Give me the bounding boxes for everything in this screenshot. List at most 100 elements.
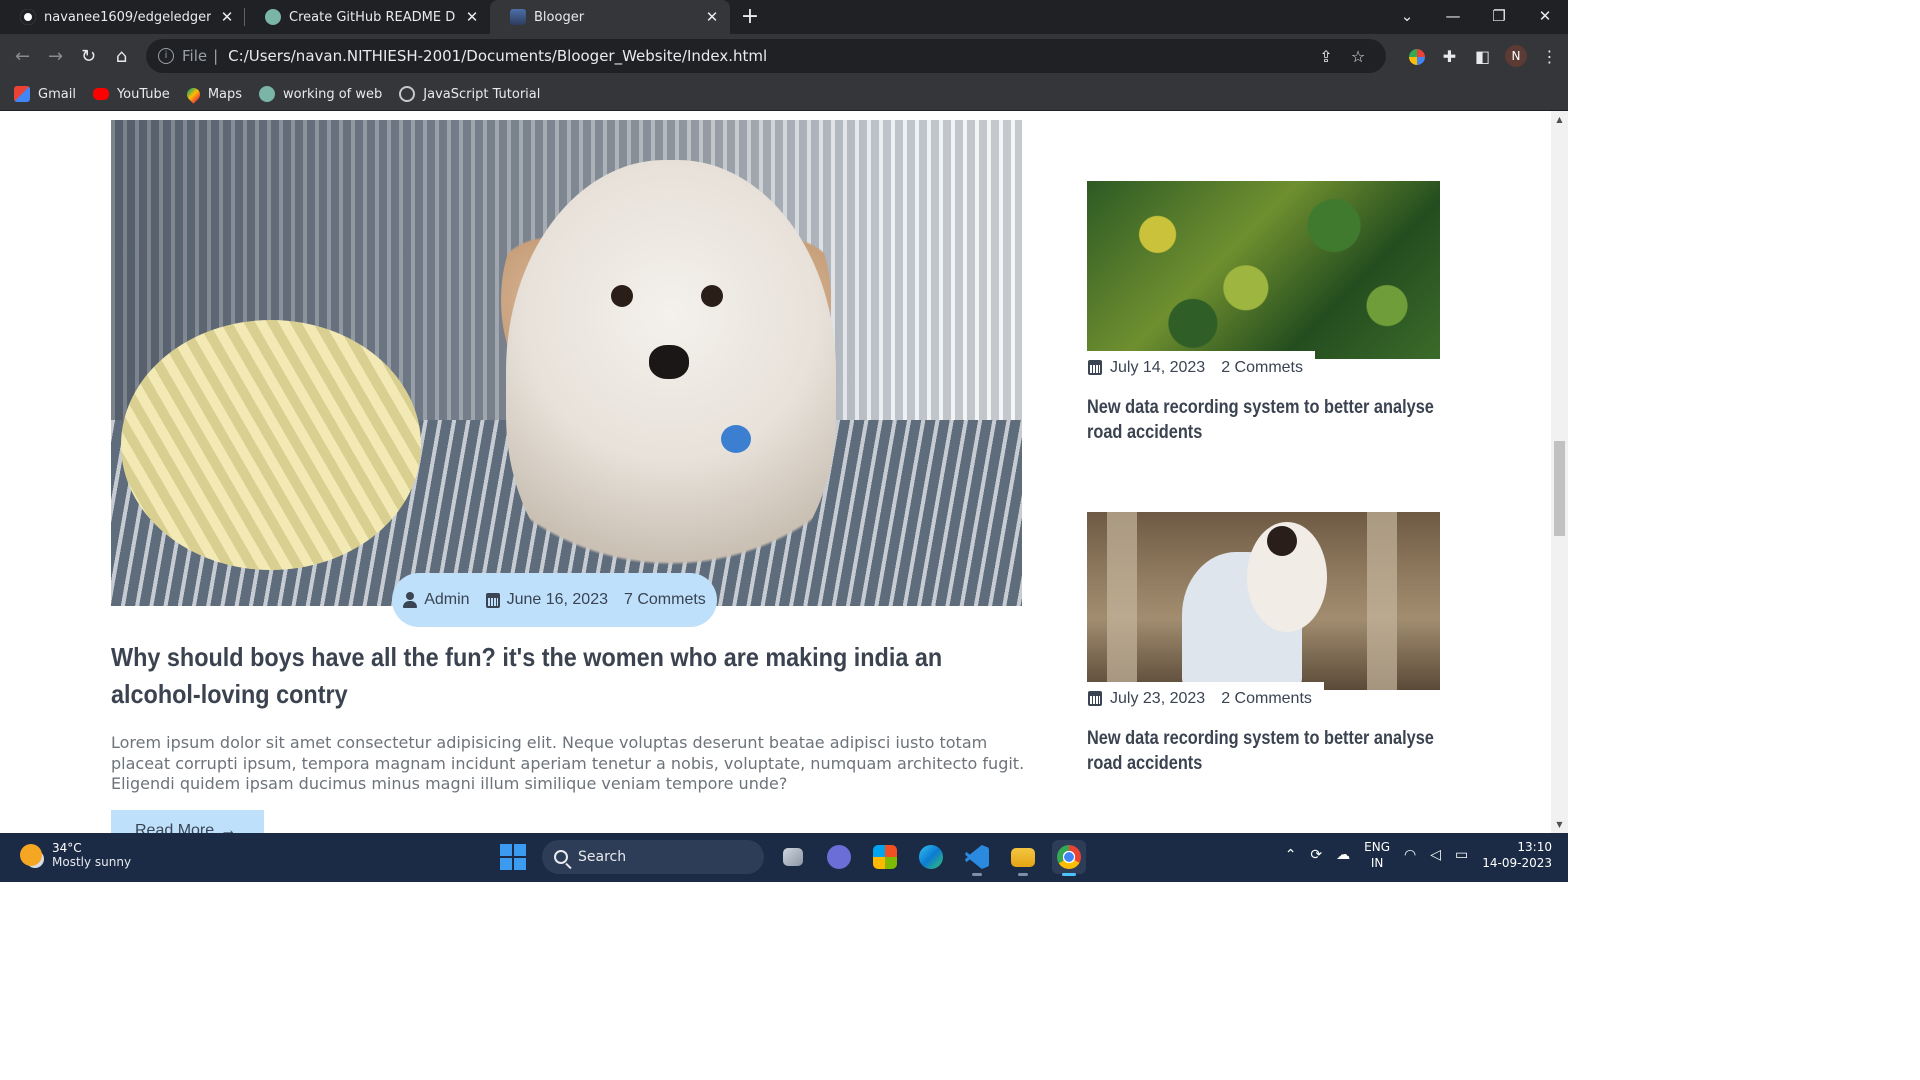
task-view-icon (783, 848, 803, 866)
date-text: July 14, 2023 (1110, 358, 1206, 376)
post-date: July 23, 2023 (1088, 690, 1205, 708)
tab-search-icon[interactable]: ⌄ (1384, 0, 1430, 34)
chevron-up-icon[interactable]: ⌃ (1285, 847, 1297, 863)
info-icon[interactable]: i (158, 48, 174, 64)
youtube-icon (92, 88, 109, 100)
main-post-title[interactable]: Why should boys have all the fun? it's t… (111, 639, 1020, 713)
sidebar-post-image[interactable] (1087, 181, 1440, 359)
close-tab-icon[interactable]: ✕ (464, 8, 480, 26)
sidebar-post-title[interactable]: New data recording system to better anal… (1087, 395, 1440, 445)
weather-widget[interactable]: 34°C Mostly sunny (20, 841, 131, 869)
task-view-button[interactable] (776, 840, 810, 874)
lang-top: ENG (1364, 840, 1391, 854)
teams-chat-button[interactable] (822, 840, 856, 874)
tab-title: Create GitHub README Descripti (289, 9, 456, 25)
sidebar-post-meta: July 23, 2023 2 Comments (1087, 682, 1324, 712)
address-bar[interactable]: i File | C:/Users/navan.NITHIESH-2001/Do… (146, 39, 1386, 73)
start-button[interactable] (496, 840, 530, 874)
close-tab-icon[interactable]: ✕ (704, 8, 720, 26)
openai-icon (259, 86, 276, 102)
bookmark-maps[interactable]: Maps (184, 84, 242, 104)
sidebar-post-image[interactable] (1087, 512, 1440, 690)
home-button[interactable]: ⌂ (105, 46, 138, 67)
edge-icon (919, 845, 943, 869)
taskbar-apps: Search (496, 840, 1086, 876)
reload-button[interactable]: ↻ (72, 46, 105, 67)
vscode-button[interactable] (960, 840, 994, 876)
bookmark-youtube[interactable]: YouTube (92, 86, 170, 102)
date-text: June 16, 2023 (506, 591, 608, 608)
onedrive-cloud-icon[interactable]: ☁ (1336, 847, 1350, 863)
github-icon (20, 9, 36, 25)
bookmark-working-of-web[interactable]: working of web (259, 86, 382, 102)
user-icon (403, 592, 418, 608)
comments-text: 2 Commets (1221, 358, 1303, 376)
scroll-down-arrow[interactable]: ▼ (1551, 820, 1568, 829)
bookmark-label: working of web (283, 86, 383, 102)
sidebar-post-card: July 14, 2023 2 Commets New data recordi… (1087, 181, 1440, 443)
search-label: Search (578, 849, 627, 865)
extensions-puzzle-icon[interactable]: ✚ (1433, 47, 1466, 66)
chrome-button[interactable] (1052, 840, 1086, 876)
tab-chatgpt[interactable]: Create GitHub README Descripti ✕ (245, 0, 490, 34)
side-panel-icon[interactable]: ◧ (1466, 47, 1499, 66)
wifi-icon[interactable]: ◠ (1404, 847, 1416, 863)
comments-text: 7 Commets (623, 591, 706, 608)
scrollbar-thumb[interactable] (1554, 441, 1565, 536)
store-button[interactable] (868, 840, 902, 874)
bookmark-star-icon[interactable]: ☆ (1342, 47, 1374, 66)
profile-avatar[interactable]: N (1505, 45, 1527, 67)
share-icon[interactable]: ⇪ (1310, 47, 1342, 66)
extension-icon[interactable] (1400, 47, 1433, 66)
sidebar-post-meta: July 14, 2023 2 Commets (1087, 351, 1315, 381)
back-button[interactable]: ← (6, 46, 39, 67)
bookmark-label: YouTube (116, 86, 170, 102)
sidebar-post-card: July 23, 2023 2 Comments New data record… (1087, 512, 1440, 774)
forward-button[interactable]: → (39, 46, 72, 67)
maps-icon (184, 84, 203, 104)
page-scrollbar[interactable]: ▲ ▼ (1551, 111, 1568, 833)
dog (506, 160, 836, 600)
browser-toolbar: ← → ↻ ⌂ i File | C:/Users/navan.NITHIESH… (0, 34, 1568, 78)
close-window-button[interactable]: ✕ (1522, 0, 1568, 34)
windows-logo-icon (500, 844, 526, 870)
battery-icon[interactable]: ▭ (1455, 847, 1468, 863)
edge-button[interactable] (914, 840, 948, 874)
language-indicator[interactable]: ENG IN (1364, 839, 1390, 871)
lang-bottom: IN (1370, 856, 1384, 870)
tab-title: navanee1609/edgeledger_webs (44, 9, 211, 25)
read-more-button[interactable]: Read More → (111, 810, 264, 833)
url-text[interactable]: C:/Users/navan.NITHIESH-2001/Documents/B… (228, 47, 1310, 65)
sync-icon[interactable]: ⟳ (1310, 847, 1322, 863)
system-tray: ⌃ ⟳ ☁ ENG IN ◠ ◁ ▭ 13:10 14-09-2023 (1285, 839, 1552, 871)
weather-temp: 34°C (52, 841, 82, 855)
tab-github[interactable]: navanee1609/edgeledger_webs ✕ (0, 0, 245, 34)
new-tab-button[interactable]: + (730, 0, 770, 34)
clock[interactable]: 13:10 14-09-2023 (1482, 839, 1552, 871)
menu-kebab-icon[interactable]: ⋮ (1533, 47, 1566, 66)
sun-cloud-icon (20, 844, 42, 866)
restore-button[interactable]: ❐ (1476, 0, 1522, 34)
post-date: July 14, 2023 (1088, 359, 1205, 377)
bookmark-javascript-tutorial[interactable]: JavaScript Tutorial (399, 86, 540, 102)
taskbar-search[interactable]: Search (542, 840, 764, 874)
read-more-label: Read More (135, 822, 215, 833)
main-post-excerpt: Lorem ipsum dolor sit amet consectetur a… (111, 733, 1025, 793)
comments-text: 2 Comments (1221, 689, 1312, 707)
volume-icon[interactable]: ◁ (1430, 847, 1441, 863)
scroll-up-arrow[interactable]: ▲ (1551, 115, 1568, 124)
blooger-favicon (510, 9, 526, 25)
sidebar-post-title[interactable]: New data recording system to better anal… (1087, 726, 1440, 776)
dog-tag (721, 425, 751, 453)
minimize-button[interactable]: — (1430, 0, 1476, 34)
post-author: Admin (403, 591, 470, 609)
calendar-icon (1088, 691, 1102, 706)
page-viewport: Admin June 16, 2023 7 Commets Why should… (0, 111, 1568, 833)
tab-blooger[interactable]: Blooger ✕ (490, 0, 730, 34)
close-tab-icon[interactable]: ✕ (219, 8, 235, 26)
calendar-icon (1088, 360, 1102, 375)
pillow (121, 320, 421, 570)
bookmark-gmail[interactable]: Gmail (14, 86, 76, 102)
bride-head (1267, 526, 1297, 556)
file-explorer-button[interactable] (1006, 840, 1040, 876)
